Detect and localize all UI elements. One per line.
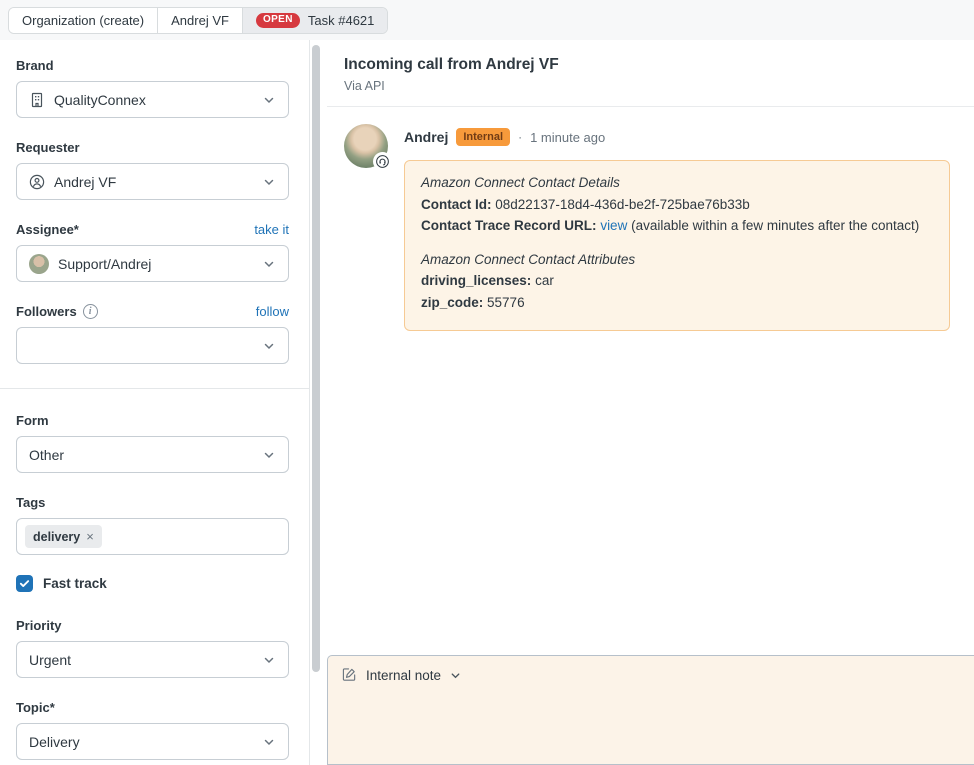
chevron-down-icon: [262, 735, 276, 749]
chevron-down-icon: [449, 669, 462, 682]
ticket-tab-bar: Organization (create) Andrej VF OPEN Tas…: [0, 0, 974, 40]
chevron-down-icon: [262, 175, 276, 189]
check-icon: [19, 578, 30, 589]
fast-track-field: Fast track: [16, 575, 289, 592]
attr-zip-code-value: 55776: [487, 295, 525, 310]
tags-input[interactable]: delivery ×: [16, 518, 289, 555]
ticket-subject: Incoming call from Andrej VF: [344, 56, 958, 74]
chevron-down-icon: [262, 257, 276, 271]
followers-field: Followers i follow: [16, 304, 289, 364]
attr-zip-code-label: zip_code:: [421, 295, 483, 310]
contact-id-value: 08d22137-18d4-436d-be2f-725bae76b33b: [495, 197, 749, 212]
topic-value: Delivery: [29, 734, 253, 750]
priority-label: Priority: [16, 618, 62, 633]
tag-chip: delivery ×: [25, 525, 102, 548]
ticket-properties-sidebar: Brand QualityConnex: [0, 40, 310, 765]
brand-select[interactable]: QualityConnex: [16, 81, 289, 118]
attr-zip-code: zip_code: 55776: [421, 294, 933, 312]
info-icon[interactable]: i: [83, 304, 98, 319]
topic-label: Topic*: [16, 700, 55, 715]
sidebar-scrollbar[interactable]: [312, 45, 320, 672]
tab-ticket-label: Task #4621: [308, 13, 375, 28]
brand-label: Brand: [16, 58, 54, 73]
tag-remove-icon[interactable]: ×: [86, 529, 94, 544]
form-value: Other: [29, 447, 253, 463]
attr-driving-licenses-label: driving_licenses:: [421, 273, 531, 288]
assignee-avatar: [29, 254, 49, 274]
internal-badge: Internal: [456, 128, 510, 146]
attr-driving-licenses-value: car: [535, 273, 554, 288]
priority-value: Urgent: [29, 652, 253, 668]
conversation-pane: Incoming call from Andrej VF Via API: [327, 40, 974, 765]
trace-label: Contact Trace Record URL:: [421, 218, 597, 233]
composer-mode-label: Internal note: [366, 668, 441, 683]
chevron-down-icon: [262, 448, 276, 462]
trace-suffix: (available within a few minutes after th…: [631, 218, 919, 233]
internal-note-icon: [342, 667, 358, 683]
assignee-field: Assignee* take it Support/Andrej: [16, 222, 289, 282]
priority-select[interactable]: Urgent: [16, 641, 289, 678]
message-meta: Andrej Internal · 1 minute ago: [404, 128, 962, 146]
meta-separator: ·: [518, 130, 522, 144]
chevron-down-icon: [262, 653, 276, 667]
tags-label: Tags: [16, 495, 45, 510]
assignee-label: Assignee*: [16, 222, 79, 237]
status-badge: OPEN: [256, 13, 300, 28]
tab-ticket[interactable]: OPEN Task #4621: [243, 8, 387, 33]
tags-field: Tags delivery ×: [16, 495, 289, 555]
tab-group: Organization (create) Andrej VF OPEN Tas…: [8, 7, 388, 34]
ticket-channel: Via API: [344, 79, 958, 93]
voice-channel-icon: [374, 153, 391, 170]
fast-track-checkbox[interactable]: [16, 575, 33, 592]
conversation-header: Incoming call from Andrej VF Via API: [327, 40, 974, 107]
assignee-value: Support/Andrej: [58, 256, 253, 272]
assignee-select[interactable]: Support/Andrej: [16, 245, 289, 282]
requester-value: Andrej VF: [54, 174, 253, 190]
contact-id-line: Contact Id: 08d22137-18d4-436d-be2f-725b…: [421, 196, 933, 214]
followers-select[interactable]: [16, 327, 289, 364]
brand-field: Brand QualityConnex: [16, 58, 289, 118]
followers-label-text: Followers: [16, 304, 77, 319]
tag-chip-text: delivery: [33, 530, 80, 544]
form-select[interactable]: Other: [16, 436, 289, 473]
view-link[interactable]: view: [600, 218, 627, 233]
avatar: [344, 124, 388, 168]
chevron-down-icon: [262, 339, 276, 353]
connect-attributes-heading: Amazon Connect Contact Attributes: [421, 251, 933, 269]
composer-mode-selector[interactable]: Internal note: [328, 656, 974, 694]
connect-details-heading: Amazon Connect Contact Details: [421, 174, 933, 192]
tab-user[interactable]: Andrej VF: [158, 8, 243, 33]
form-label: Form: [16, 413, 49, 428]
message: Andrej Internal · 1 minute ago Amazon Co…: [327, 107, 974, 331]
tab-organization[interactable]: Organization (create): [9, 8, 158, 33]
requester-select[interactable]: Andrej VF: [16, 163, 289, 200]
attr-driving-licenses: driving_licenses: car: [421, 272, 933, 290]
tab-user-label: Andrej VF: [171, 13, 229, 28]
followers-label: Followers i: [16, 304, 98, 319]
form-field: Form Other: [16, 413, 289, 473]
contact-id-label: Contact Id:: [421, 197, 492, 212]
topic-select[interactable]: Delivery: [16, 723, 289, 760]
trace-record-line: Contact Trace Record URL: view (availabl…: [421, 217, 933, 235]
requester-field: Requester Andrej VF: [16, 140, 289, 200]
message-author: Andrej: [404, 129, 448, 145]
take-it-link[interactable]: take it: [254, 222, 289, 237]
brand-icon: [29, 92, 45, 108]
amazon-connect-details-box: Amazon Connect Contact Details Contact I…: [404, 160, 950, 331]
message-timestamp: 1 minute ago: [530, 130, 605, 145]
requester-label: Requester: [16, 140, 80, 155]
person-icon: [29, 174, 45, 190]
reply-composer[interactable]: Internal note: [327, 655, 974, 765]
priority-field: Priority Urgent: [16, 618, 289, 678]
tab-organization-label: Organization (create): [22, 13, 144, 28]
ticket-workspace: Organization (create) Andrej VF OPEN Tas…: [0, 0, 974, 765]
message-body: Andrej Internal · 1 minute ago Amazon Co…: [404, 124, 962, 331]
fast-track-label: Fast track: [43, 576, 107, 591]
sidebar-divider: [0, 388, 310, 389]
follow-link[interactable]: follow: [256, 304, 289, 319]
brand-value: QualityConnex: [54, 92, 253, 108]
topic-field: Topic* Delivery: [16, 700, 289, 760]
chevron-down-icon: [262, 93, 276, 107]
